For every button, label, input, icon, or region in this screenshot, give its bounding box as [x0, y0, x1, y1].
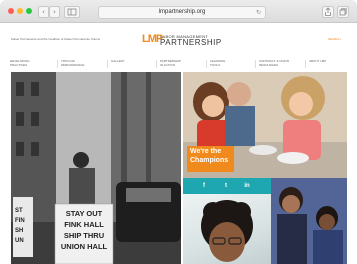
champions-line-2: Champions — [190, 156, 229, 164]
chevron-left-icon[interactable]: ‹ — [38, 6, 49, 18]
search-link[interactable]: SEARCH — [328, 37, 341, 41]
svg-text:SHIP THRU: SHIP THRU — [64, 231, 104, 240]
nav-item-contract-resources[interactable]: Contract & Union Resources — [259, 59, 289, 67]
protest-photo-illustration: ST FIN SH UN STAY OUT FINK HALL SHIP THR… — [11, 72, 181, 264]
twitter-icon[interactable]: t — [221, 181, 231, 191]
browser-toolbar: ‹ › lmpartnership.org ↻ — [0, 0, 357, 23]
share-icon[interactable] — [322, 6, 334, 18]
nav-divider — [206, 60, 207, 68]
hero-protest-photo[interactable]: ST FIN SH UN STAY OUT FINK HALL SHIP THR… — [11, 72, 181, 264]
tile-photo-woman[interactable] — [183, 194, 271, 264]
logo-title[interactable]: PARTNERSHIP — [160, 38, 222, 47]
nav-item-learning-tools[interactable]: Learning Tools — [210, 59, 225, 67]
svg-text:UNION HALL: UNION HALL — [61, 242, 108, 251]
nav-divider — [255, 60, 256, 68]
linkedin-icon[interactable]: in — [242, 181, 252, 191]
chevron-right-icon[interactable]: › — [49, 6, 60, 18]
woman-photo-illustration — [201, 200, 253, 262]
nav-divider — [107, 60, 108, 68]
nav-item-tips-for-performance[interactable]: Tips for Performance — [61, 59, 84, 67]
address-bar[interactable]: lmpartnership.org ↻ — [98, 6, 266, 19]
nav-divider — [156, 60, 157, 68]
svg-text:FINK HALL: FINK HALL — [64, 220, 104, 229]
svg-text:FIN: FIN — [15, 218, 25, 224]
sidebar-icon[interactable] — [64, 6, 80, 18]
close-window-button[interactable] — [8, 8, 14, 14]
nav-item-about-lmp[interactable]: About LMP — [309, 59, 326, 64]
lmp-logo-mark[interactable]: LMP — [142, 33, 163, 46]
facebook-icon[interactable]: f — [199, 181, 209, 191]
tile-photo-nurses[interactable] — [271, 178, 347, 264]
svg-text:STAY OUT: STAY OUT — [66, 209, 103, 218]
nav-item-gallery[interactable]: Gallery — [111, 59, 125, 64]
svg-text:ST: ST — [15, 208, 23, 214]
social-share-bar: f t in — [183, 178, 271, 194]
main-nav: Developing Practices Tips for Performance … — [10, 59, 347, 70]
champions-caption[interactable]: We're the Champions — [187, 146, 234, 172]
reload-icon[interactable]: ↻ — [256, 7, 261, 18]
nav-divider — [57, 60, 58, 68]
svg-text:UN: UN — [15, 238, 24, 244]
svg-text:SH: SH — [15, 228, 23, 234]
zoom-window-button[interactable] — [26, 8, 32, 14]
champions-line-1: We're the — [190, 148, 222, 155]
nurses-photo-illustration — [271, 178, 347, 264]
minimize-window-button[interactable] — [17, 8, 23, 14]
nav-item-partnership-in-action[interactable]: Partnership in Action — [160, 59, 181, 67]
site-tagline: Kaiser Permanente and the Coalition of K… — [11, 37, 101, 41]
url-text: lmpartnership.org — [158, 9, 206, 15]
nav-item-developing-practices[interactable]: Developing Practices — [10, 59, 30, 67]
nav-divider — [305, 60, 306, 68]
tabs-icon[interactable] — [337, 6, 349, 18]
